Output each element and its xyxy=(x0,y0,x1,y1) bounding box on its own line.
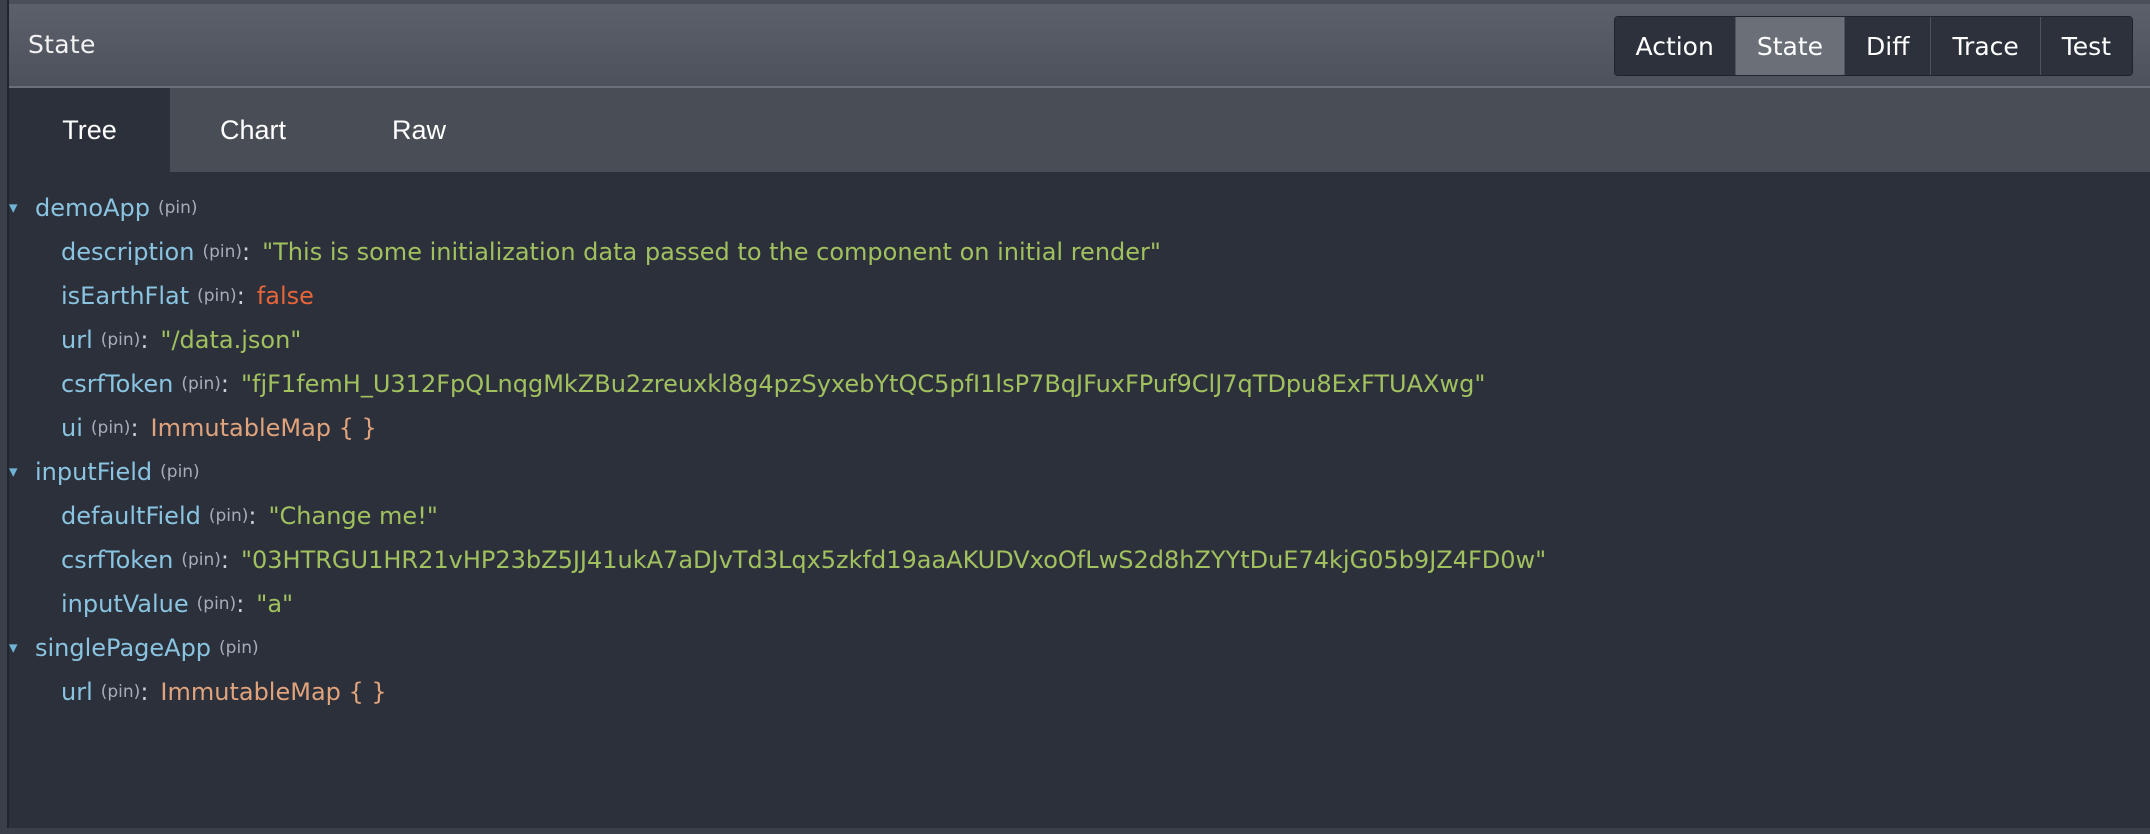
key-separator: : xyxy=(140,678,149,706)
node-key: defaultField xyxy=(61,502,201,530)
key-separator: : xyxy=(130,414,139,442)
pin-button[interactable]: (pin) xyxy=(181,374,221,394)
monitor-mode-buttons: Action State Diff Trace Test xyxy=(1613,16,2133,76)
node-key: csrfToken xyxy=(61,546,174,574)
test-button[interactable]: Test xyxy=(2039,17,2132,75)
key-separator: : xyxy=(220,370,229,398)
node-key: csrfToken xyxy=(61,370,174,398)
tree-leaf-url: url (pin) : "/data.json" xyxy=(61,320,301,360)
state-button[interactable]: State xyxy=(1734,17,1845,75)
node-key: ui xyxy=(61,414,83,442)
node-key: inputField xyxy=(35,458,153,486)
tree-leaf-csrfToken: csrfToken (pin) : "fjF1femH_U312FpQLnqgM… xyxy=(61,364,1485,404)
tree-leaf-inputValue: inputValue (pin) : "a" xyxy=(61,584,293,624)
expand-arrow-icon[interactable]: ▾ xyxy=(9,198,25,218)
window-bottom-edge xyxy=(0,828,2150,834)
state-tree: ▾ demoApp (pin) description (pin) : "Thi… xyxy=(9,172,2150,828)
node-value: "Change me!" xyxy=(268,502,438,530)
monitor-header: State Action State Diff Trace Test xyxy=(9,4,2150,88)
node-key: url xyxy=(61,678,93,706)
expand-arrow-icon[interactable]: ▾ xyxy=(9,638,25,658)
pin-button[interactable]: (pin) xyxy=(202,242,242,262)
tree-node-demoApp[interactable]: ▾ demoApp (pin) xyxy=(9,188,198,228)
node-value: false xyxy=(256,282,314,310)
tree-leaf-csrfToken: csrfToken (pin) : "03HTRGU1HR21vHP23bZ5J… xyxy=(61,540,1546,580)
window-left-edge xyxy=(0,0,9,834)
key-separator: : xyxy=(248,502,257,530)
tree-leaf-description: description (pin) : "This is some initia… xyxy=(61,232,1161,272)
tab-tree[interactable]: Tree xyxy=(9,88,170,172)
tree-node-inputField[interactable]: ▾ inputField (pin) xyxy=(9,452,200,492)
node-value: "/data.json" xyxy=(160,326,302,354)
node-value: "03HTRGU1HR21vHP23bZ5JJ41ukA7aDJvTd3Lqx5… xyxy=(240,546,1547,574)
pin-button[interactable]: (pin) xyxy=(158,198,198,218)
node-value: "fjF1femH_U312FpQLnqgMkZBu2zreuxkl8g4pzS… xyxy=(240,370,1486,398)
node-key: description xyxy=(61,238,195,266)
node-key: isEarthFlat xyxy=(61,282,190,310)
node-value: "This is some initialization data passed… xyxy=(262,238,1161,266)
pin-button[interactable]: (pin) xyxy=(160,462,200,482)
pin-button[interactable]: (pin) xyxy=(197,286,237,306)
tab-raw[interactable]: Raw xyxy=(336,88,502,172)
tree-leaf-url: url (pin) : ImmutableMap { } xyxy=(61,672,387,712)
pin-button[interactable]: (pin) xyxy=(197,594,237,614)
pin-button[interactable]: (pin) xyxy=(219,638,259,658)
node-value: "a" xyxy=(256,590,294,618)
tree-leaf-defaultField: defaultField (pin) : "Change me!" xyxy=(61,496,438,536)
node-key: url xyxy=(61,326,93,354)
key-separator: : xyxy=(236,590,245,618)
monitor-title: State xyxy=(28,30,96,59)
view-tabs: Tree Chart Raw xyxy=(9,88,2150,172)
key-separator: : xyxy=(242,238,251,266)
node-key: inputValue xyxy=(61,590,189,618)
node-value: ImmutableMap { } xyxy=(160,678,387,706)
pin-button[interactable]: (pin) xyxy=(101,682,141,702)
tree-leaf-ui: ui (pin) : ImmutableMap { } xyxy=(61,408,377,448)
node-value: ImmutableMap { } xyxy=(150,414,377,442)
node-key: singlePageApp xyxy=(35,634,212,662)
pin-button[interactable]: (pin) xyxy=(209,506,249,526)
trace-button[interactable]: Trace xyxy=(1930,17,2040,75)
tree-node-singlePageApp[interactable]: ▾ singlePageApp (pin) xyxy=(9,628,259,668)
key-separator: : xyxy=(236,282,245,310)
key-separator: : xyxy=(140,326,149,354)
pin-button[interactable]: (pin) xyxy=(181,550,221,570)
pin-button[interactable]: (pin) xyxy=(101,330,141,350)
redux-devtools-window: State Action State Diff Trace Test Tree … xyxy=(0,0,2150,834)
expand-arrow-icon[interactable]: ▾ xyxy=(9,462,25,482)
diff-button[interactable]: Diff xyxy=(1844,17,1931,75)
pin-button[interactable]: (pin) xyxy=(91,418,131,438)
tree-leaf-isEarthFlat: isEarthFlat (pin) : false xyxy=(61,276,314,316)
tab-chart[interactable]: Chart xyxy=(170,88,336,172)
key-separator: : xyxy=(220,546,229,574)
node-key: demoApp xyxy=(35,194,150,222)
action-button[interactable]: Action xyxy=(1614,17,1735,75)
